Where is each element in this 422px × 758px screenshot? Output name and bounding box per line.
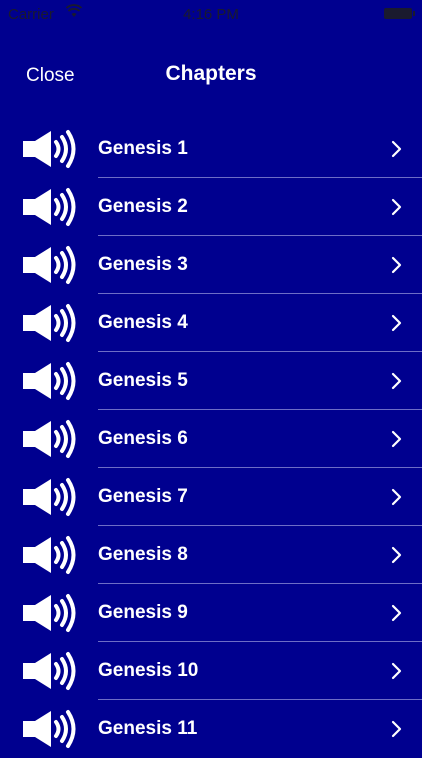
speaker-icon [23,246,76,284]
chapter-label: Genesis 2 [98,196,188,217]
chevron-right-icon [391,488,402,506]
chapter-list: Genesis 1 Genesis 2 Genesis 3 Genesis 4 … [0,120,422,758]
chapter-row[interactable]: Genesis 10 [0,642,422,700]
chapter-row[interactable]: Genesis 4 [0,294,422,352]
chapter-row[interactable]: Genesis 3 [0,236,422,294]
speaker-icon [23,188,76,226]
speaker-icon [23,536,76,574]
status-bar: Carrier 4:16 PM [0,0,422,30]
speaker-icon [23,420,76,458]
chevron-right-icon [391,140,402,158]
navigation-bar: Close Chapters [0,50,422,102]
chapter-label: Genesis 9 [98,602,188,623]
chapter-label: Genesis 6 [98,428,188,449]
chapter-label: Genesis 5 [98,370,188,391]
chevron-right-icon [391,546,402,564]
chapter-label: Genesis 3 [98,254,188,275]
status-time: 4:16 PM [183,6,239,23]
chapter-label: Genesis 11 [98,718,198,739]
chapter-row[interactable]: Genesis 6 [0,410,422,468]
page-title: Chapters [165,62,257,85]
speaker-icon [23,130,76,168]
chapter-row[interactable]: Genesis 9 [0,584,422,642]
chevron-right-icon [391,372,402,390]
chapter-label: Genesis 8 [98,544,188,565]
speaker-icon [23,478,76,516]
chapter-row[interactable]: Genesis 5 [0,352,422,410]
speaker-icon [23,304,76,342]
chevron-right-icon [391,430,402,448]
speaker-icon [23,594,76,632]
chapter-row[interactable]: Genesis 11 [0,700,422,758]
chevron-right-icon [391,256,402,274]
speaker-icon [23,710,76,748]
chevron-right-icon [391,604,402,622]
speaker-icon [23,362,76,400]
chapter-row[interactable]: Genesis 8 [0,526,422,584]
chapter-row[interactable]: Genesis 2 [0,178,422,236]
chapter-label: Genesis 7 [98,486,188,507]
chevron-right-icon [391,662,402,680]
speaker-icon [23,652,76,690]
chevron-right-icon [391,720,402,738]
chapter-label: Genesis 1 [98,138,188,159]
chapter-label: Genesis 4 [98,312,188,333]
battery-icon [384,8,415,19]
chapter-label: Genesis 10 [98,660,199,681]
chevron-right-icon [391,314,402,332]
chevron-right-icon [391,198,402,216]
chapter-row[interactable]: Genesis 1 [0,120,422,178]
chapter-row[interactable]: Genesis 7 [0,468,422,526]
